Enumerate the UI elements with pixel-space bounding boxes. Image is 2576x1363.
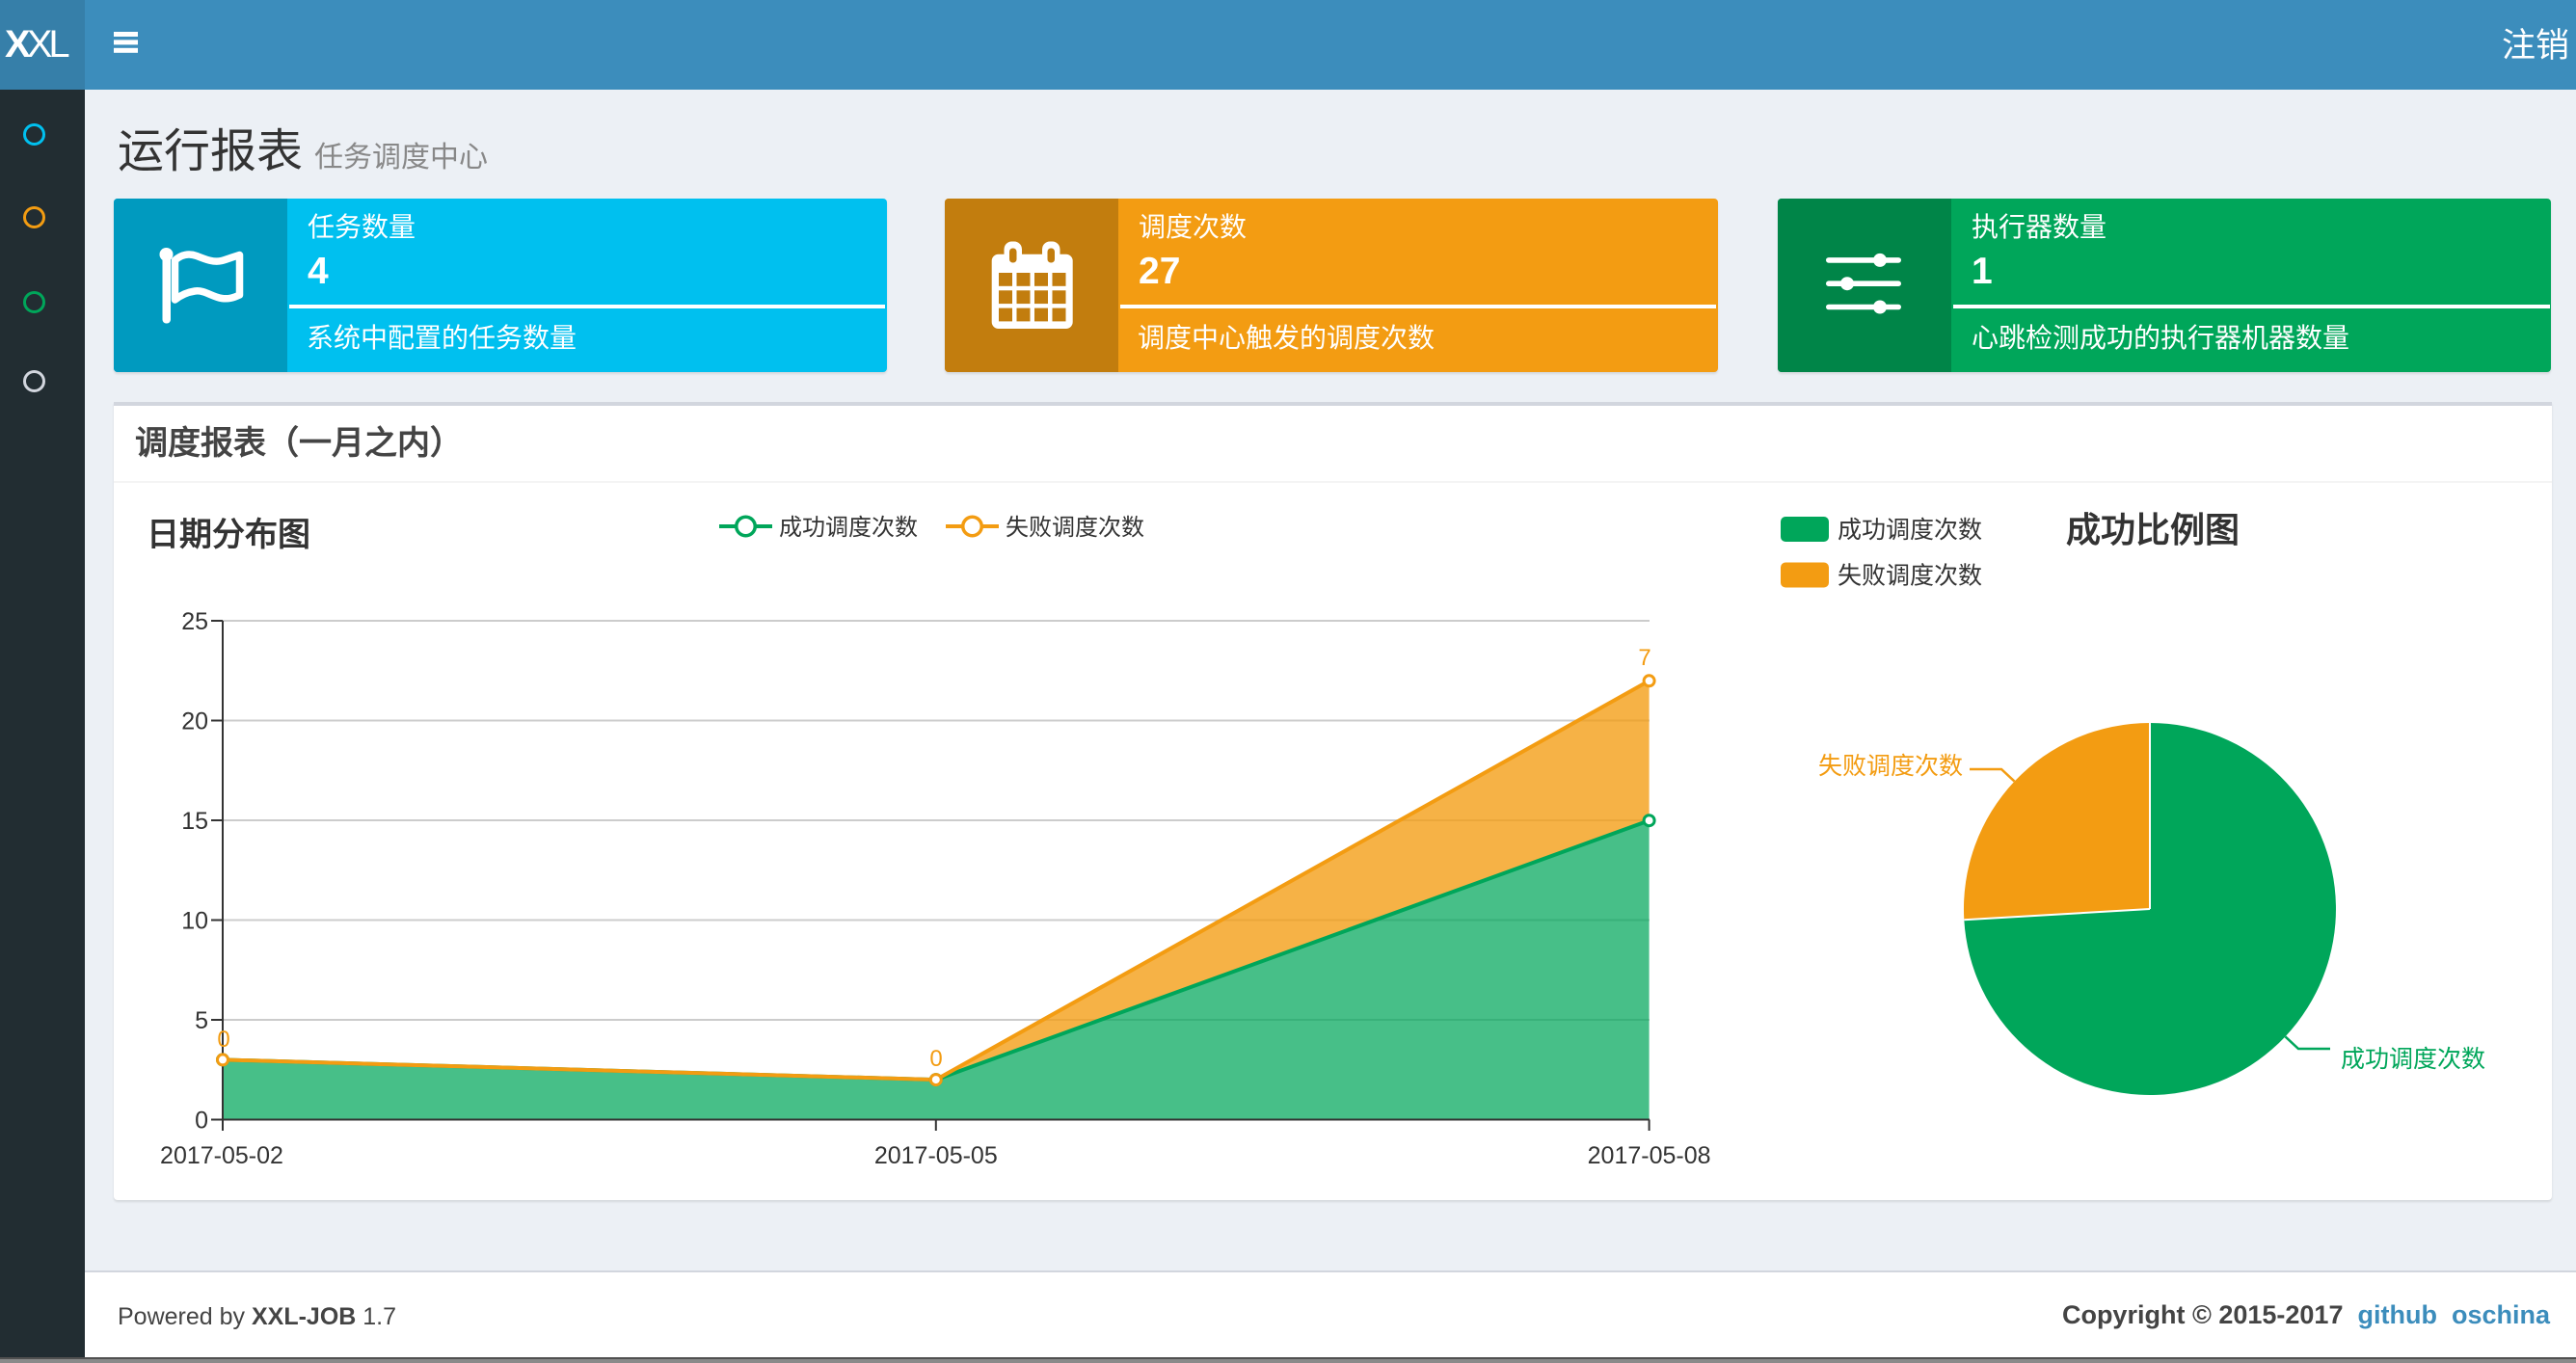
svg-text:2017-05-08: 2017-05-08 — [1588, 1142, 1711, 1169]
svg-text:15: 15 — [181, 808, 208, 835]
svg-text:2017-05-02: 2017-05-02 — [160, 1142, 283, 1169]
svg-text:0: 0 — [195, 1108, 208, 1135]
svg-text:2017-05-05: 2017-05-05 — [874, 1142, 998, 1169]
svg-text:10: 10 — [181, 908, 208, 935]
svg-text:0: 0 — [929, 1046, 942, 1072]
svg-text:失败调度次数: 失败调度次数 — [1838, 563, 1982, 590]
svg-text:成功比例图: 成功比例图 — [2066, 510, 2240, 549]
svg-text:5: 5 — [195, 1007, 208, 1034]
svg-text:成功调度次数: 成功调度次数 — [779, 515, 918, 541]
svg-text:0: 0 — [217, 1027, 229, 1053]
svg-text:成功调度次数: 成功调度次数 — [2341, 1046, 2485, 1073]
svg-text:失败调度次数: 失败调度次数 — [1006, 515, 1144, 541]
svg-text:25: 25 — [181, 608, 208, 635]
svg-text:成功调度次数: 成功调度次数 — [1838, 517, 1982, 544]
svg-text:20: 20 — [181, 708, 208, 735]
svg-text:失败调度次数: 失败调度次数 — [1818, 753, 1963, 780]
svg-text:7: 7 — [1638, 645, 1650, 671]
svg-text:日期分布图: 日期分布图 — [147, 517, 310, 553]
